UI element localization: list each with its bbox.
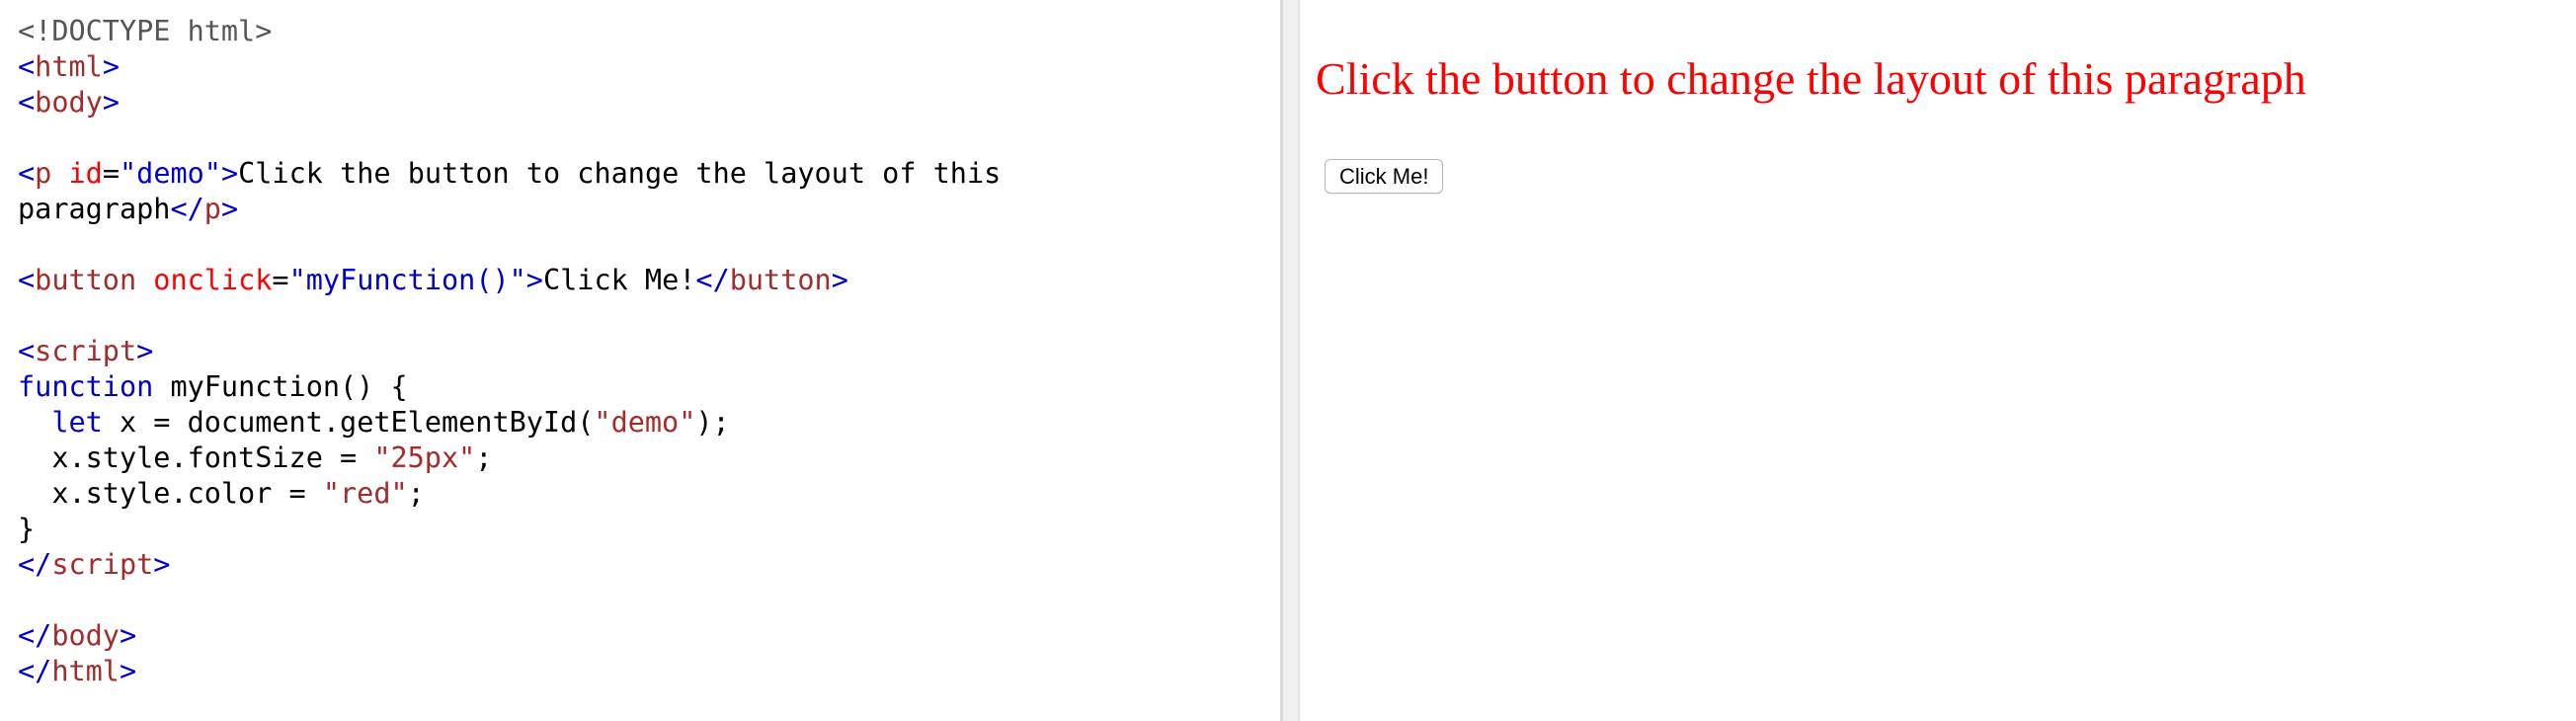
code-token: paragraph — [18, 193, 171, 225]
code-token: ); — [695, 406, 730, 439]
code-line: } — [18, 512, 1280, 547]
code-token: > — [119, 655, 137, 687]
code-token: < — [18, 335, 36, 367]
code-token: < — [18, 264, 36, 296]
code-token: button — [729, 264, 832, 296]
code-token: > — [831, 264, 848, 296]
code-token: = — [272, 264, 289, 296]
code-token: "demo" — [594, 406, 696, 439]
code-token: "demo" — [120, 157, 221, 190]
code-token: = — [102, 157, 121, 190]
code-token: Click Me! — [542, 264, 696, 296]
code-line: function myFunction() { — [18, 369, 1280, 405]
pane-resize-handle[interactable] — [1280, 0, 1300, 721]
click-me-button[interactable]: Click Me! — [1325, 159, 1444, 194]
code-token: script — [35, 335, 137, 367]
code-token: script — [51, 548, 154, 581]
code-line: </script> — [18, 547, 1280, 583]
code-editor[interactable]: <!DOCTYPE html> <html> <body> <p id="demo">… — [18, 14, 1280, 689]
code-token: > — [153, 548, 171, 581]
code-token: x.style.color = — [18, 477, 323, 510]
code-token: body — [35, 86, 103, 119]
code-token: < — [18, 157, 36, 190]
code-token: button — [35, 264, 137, 296]
code-line: <html> — [18, 49, 1280, 85]
code-token: </ — [695, 264, 730, 296]
code-token: } — [18, 513, 36, 545]
code-line: </html> — [18, 654, 1280, 689]
code-token: "myFunction()" — [288, 264, 526, 296]
code-token: </ — [18, 655, 52, 687]
code-token: id — [68, 157, 103, 190]
code-token: > — [119, 619, 137, 652]
code-token: let — [51, 406, 103, 439]
code-token: Click the button to change the layout of… — [238, 157, 1002, 190]
code-token: <!DOCTYPE html> — [18, 15, 273, 47]
code-token: ; — [407, 477, 425, 510]
code-token: p — [35, 157, 52, 190]
code-token: > — [102, 86, 120, 119]
code-token: > — [136, 335, 154, 367]
code-line: paragraph</p> — [18, 192, 1280, 227]
code-token: body — [51, 619, 120, 652]
code-line: <body> — [18, 85, 1280, 120]
code-token: html — [51, 655, 120, 687]
code-token: > — [102, 50, 120, 83]
code-line: <p id="demo">Click the button to change … — [18, 156, 1280, 192]
code-token: > — [525, 264, 543, 296]
code-token: > — [220, 157, 239, 190]
code-token: html — [35, 50, 103, 83]
code-token: </ — [18, 548, 52, 581]
code-token: </ — [18, 619, 52, 652]
code-token: </ — [170, 193, 204, 225]
code-line: <button onclick="myFunction()">Click Me!… — [18, 263, 1280, 298]
code-line: </body> — [18, 618, 1280, 654]
result-preview-pane: Click the button to change the layout of… — [1300, 0, 2576, 721]
code-token: x.style.fontSize = — [18, 441, 374, 474]
code-token: function — [18, 370, 154, 403]
code-token: > — [220, 193, 239, 225]
demo-paragraph: Click the button to change the layout of… — [1316, 53, 2306, 104]
code-editor-pane[interactable]: <!DOCTYPE html> <html> <body> <p id="demo">… — [0, 0, 1280, 721]
code-token: p — [203, 193, 221, 225]
code-token: x = document.getElementById( — [102, 406, 595, 439]
code-token: "25px" — [373, 441, 476, 474]
code-line: <!DOCTYPE html> — [18, 14, 1280, 49]
code-token: < — [18, 50, 36, 83]
code-token: onclick — [153, 264, 273, 296]
code-line: let x = document.getElementById("demo"); — [18, 405, 1280, 441]
code-token: < — [18, 86, 36, 119]
code-line: x.style.fontSize = "25px"; — [18, 441, 1280, 476]
code-line: <script> — [18, 334, 1280, 369]
code-token: myFunction() { — [153, 370, 408, 403]
tryit-editor-window: <!DOCTYPE html> <html> <body> <p id="demo">… — [0, 0, 2576, 721]
code-token: "red" — [322, 477, 408, 510]
code-token: ; — [475, 441, 493, 474]
code-line: x.style.color = "red"; — [18, 476, 1280, 512]
